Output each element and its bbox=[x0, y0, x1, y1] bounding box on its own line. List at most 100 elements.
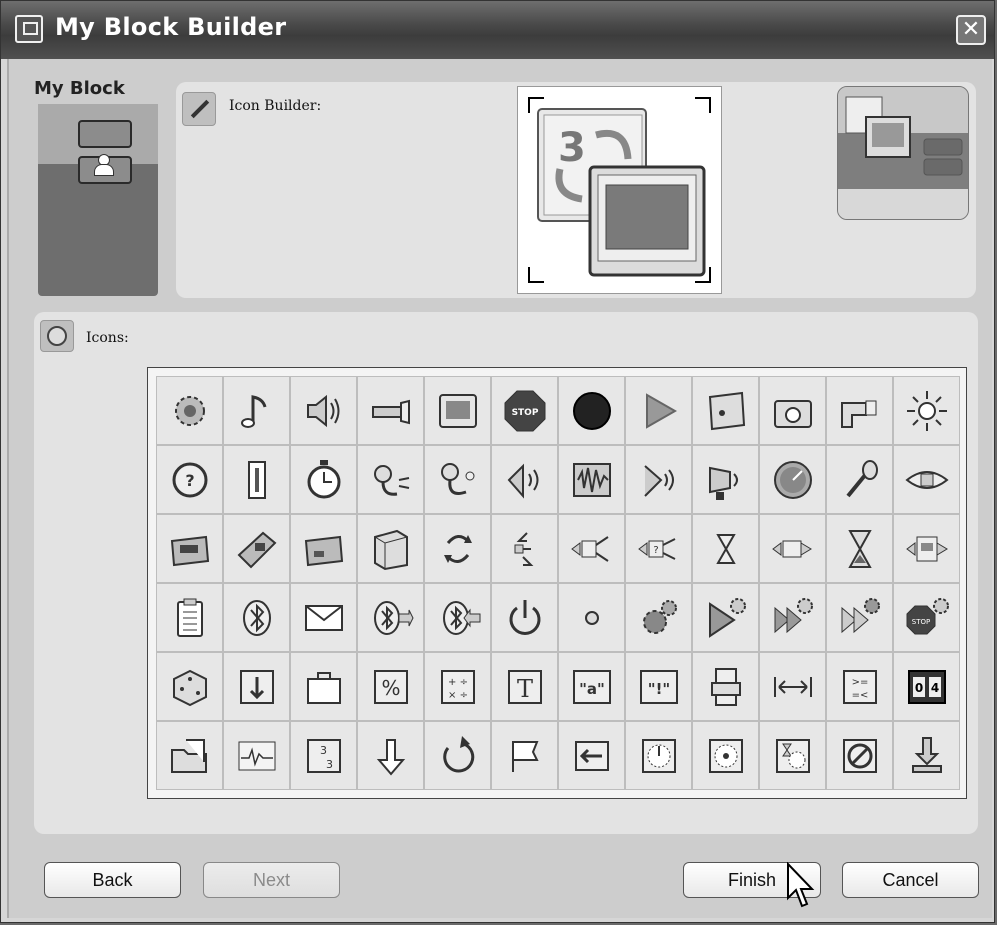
counter-icon: 04 bbox=[907, 669, 946, 704]
icon-cell-sound-file[interactable] bbox=[692, 376, 759, 445]
icon-cell-arrow-down-box[interactable] bbox=[223, 652, 290, 721]
back-button[interactable]: Back bbox=[44, 862, 181, 898]
eye-icon bbox=[904, 470, 949, 489]
icon-cell-camera[interactable] bbox=[759, 376, 826, 445]
svg-text:STOP: STOP bbox=[911, 618, 929, 626]
icon-cell-bluetooth[interactable] bbox=[223, 583, 290, 652]
icon-cell-stack-block[interactable] bbox=[692, 652, 759, 721]
svg-text:T: T bbox=[516, 675, 532, 703]
icon-builder-canvas[interactable]: 3 bbox=[517, 86, 722, 294]
icon-cell-power[interactable] bbox=[491, 583, 558, 652]
icon-cell-no-sign[interactable] bbox=[826, 721, 893, 790]
icon-cell-stop-gear[interactable]: STOP bbox=[893, 583, 960, 652]
rotation-sensor-icon: ? bbox=[172, 462, 207, 497]
icon-cell-nxt-brick-box[interactable] bbox=[357, 514, 424, 583]
touch-probe-icon bbox=[440, 462, 474, 495]
open-folder-icon bbox=[170, 738, 207, 773]
icon-cell-sun[interactable] bbox=[893, 376, 960, 445]
icon-cell-stop-sign[interactable]: STOP bbox=[491, 376, 558, 445]
icon-cell-bluetooth-receive[interactable] bbox=[424, 583, 491, 652]
next-button[interactable]: Next bbox=[203, 862, 340, 898]
icon-cell-touch-probe[interactable] bbox=[424, 445, 491, 514]
icon-cell-suitcase[interactable] bbox=[290, 652, 357, 721]
timer-dial-icon bbox=[775, 738, 810, 773]
icon-cell-rotation-sensor[interactable]: ? bbox=[156, 445, 223, 514]
compare-operators-icon: >= =< bbox=[842, 669, 877, 704]
icon-cell-keep-alive[interactable] bbox=[893, 514, 960, 583]
math-operators-icon: + ÷ × ÷ bbox=[440, 669, 475, 704]
icon-cell-open-folder[interactable] bbox=[156, 721, 223, 790]
icon-cell-dot[interactable] bbox=[558, 583, 625, 652]
variable-compare-icon bbox=[570, 535, 609, 562]
icon-cell-flag[interactable] bbox=[491, 721, 558, 790]
icon-cell-reset[interactable] bbox=[424, 721, 491, 790]
icon-cell-nxt-brick-tilted[interactable] bbox=[223, 514, 290, 583]
icon-cell-light-sensor[interactable] bbox=[826, 376, 893, 445]
icon-cell-dial[interactable] bbox=[625, 721, 692, 790]
icon-cell-quote-exclamation[interactable]: "!" bbox=[625, 652, 692, 721]
icon-cell-flashlight[interactable] bbox=[357, 376, 424, 445]
icon-cell-range-arrows[interactable] bbox=[759, 652, 826, 721]
light-sensor-icon bbox=[840, 400, 876, 428]
icon-cell-counter[interactable]: 04 bbox=[893, 652, 960, 721]
cancel-button[interactable]: Cancel bbox=[842, 862, 979, 898]
countdown-display-icon[interactable]: 3 bbox=[518, 87, 721, 293]
icon-cell-math-operators[interactable]: + ÷ × ÷ bbox=[424, 652, 491, 721]
icon-cell-percent[interactable]: % bbox=[357, 652, 424, 721]
icon-cell-arrow-down[interactable] bbox=[357, 721, 424, 790]
icon-cell-hourglass-small[interactable] bbox=[692, 514, 759, 583]
motor-forward-icon bbox=[841, 597, 880, 633]
icon-cell-compass[interactable] bbox=[759, 445, 826, 514]
icon-cell-red-lamp[interactable] bbox=[558, 376, 625, 445]
icons-label: Icons: bbox=[86, 330, 129, 346]
icon-cell-music-note[interactable] bbox=[223, 376, 290, 445]
icon-cell-thermometer[interactable] bbox=[223, 445, 290, 514]
icon-cell-arrow-left[interactable] bbox=[558, 721, 625, 790]
icon-cell-waveform[interactable] bbox=[558, 445, 625, 514]
icon-cell-hourglass[interactable] bbox=[826, 514, 893, 583]
icon-cell-data-range[interactable] bbox=[759, 514, 826, 583]
icon-cell-timer-dial[interactable] bbox=[759, 721, 826, 790]
icon-cell-compare-operators[interactable]: >= =< bbox=[826, 652, 893, 721]
icon-cell-ultrasonic[interactable] bbox=[491, 445, 558, 514]
icon-cell-bluetooth-send[interactable] bbox=[357, 583, 424, 652]
icon-cell-variable-compare[interactable] bbox=[558, 514, 625, 583]
title-bar[interactable]: My Block Builder ✕ bbox=[1, 1, 994, 59]
flag-icon bbox=[511, 740, 539, 772]
icon-cell-sound-sensor[interactable] bbox=[357, 445, 424, 514]
icon-cell-lamp-sensor[interactable] bbox=[692, 445, 759, 514]
icon-cell-gear[interactable] bbox=[156, 376, 223, 445]
icon-cell-fast-forward-gear[interactable] bbox=[759, 583, 826, 652]
flashlight-icon bbox=[371, 399, 410, 424]
icon-cell-countdown[interactable]: 33 bbox=[290, 721, 357, 790]
countdown-icon: 33 bbox=[306, 738, 341, 773]
icon-cell-download[interactable] bbox=[893, 721, 960, 790]
icon-cell-mail[interactable] bbox=[290, 583, 357, 652]
icon-cell-notepad[interactable] bbox=[156, 583, 223, 652]
icon-cell-motor-forward[interactable] bbox=[826, 583, 893, 652]
icon-cell-data-compare[interactable]: ? bbox=[625, 514, 692, 583]
icon-cell-nxt-brick-2[interactable] bbox=[290, 514, 357, 583]
close-button[interactable]: ✕ bbox=[956, 15, 986, 45]
icon-cell-gear-motor[interactable] bbox=[625, 583, 692, 652]
icon-cell-radar[interactable] bbox=[625, 445, 692, 514]
icon-cell-loop[interactable] bbox=[424, 514, 491, 583]
icon-cell-quote-a[interactable]: "a" bbox=[558, 652, 625, 721]
icon-cell-play-gear[interactable] bbox=[692, 583, 759, 652]
icon-cell-switch[interactable] bbox=[491, 514, 558, 583]
no-sign-icon bbox=[842, 738, 877, 773]
icon-cell-display[interactable] bbox=[424, 376, 491, 445]
icon-cell-microphone[interactable] bbox=[826, 445, 893, 514]
icon-cell-timer[interactable] bbox=[290, 445, 357, 514]
icon-cell-random-dice[interactable] bbox=[156, 652, 223, 721]
icon-cell-play[interactable] bbox=[625, 376, 692, 445]
icon-cell-eye[interactable] bbox=[893, 445, 960, 514]
radar-icon bbox=[643, 464, 674, 497]
icon-cell-dial-reset[interactable] bbox=[692, 721, 759, 790]
icon-cell-nxt-brick[interactable] bbox=[156, 514, 223, 583]
icon-cell-speaker[interactable] bbox=[290, 376, 357, 445]
icon-cell-pulse-graph[interactable] bbox=[223, 721, 290, 790]
icon-cell-text[interactable]: T bbox=[491, 652, 558, 721]
sound-sensor-icon bbox=[373, 464, 409, 496]
block-preview-icon bbox=[838, 87, 968, 219]
